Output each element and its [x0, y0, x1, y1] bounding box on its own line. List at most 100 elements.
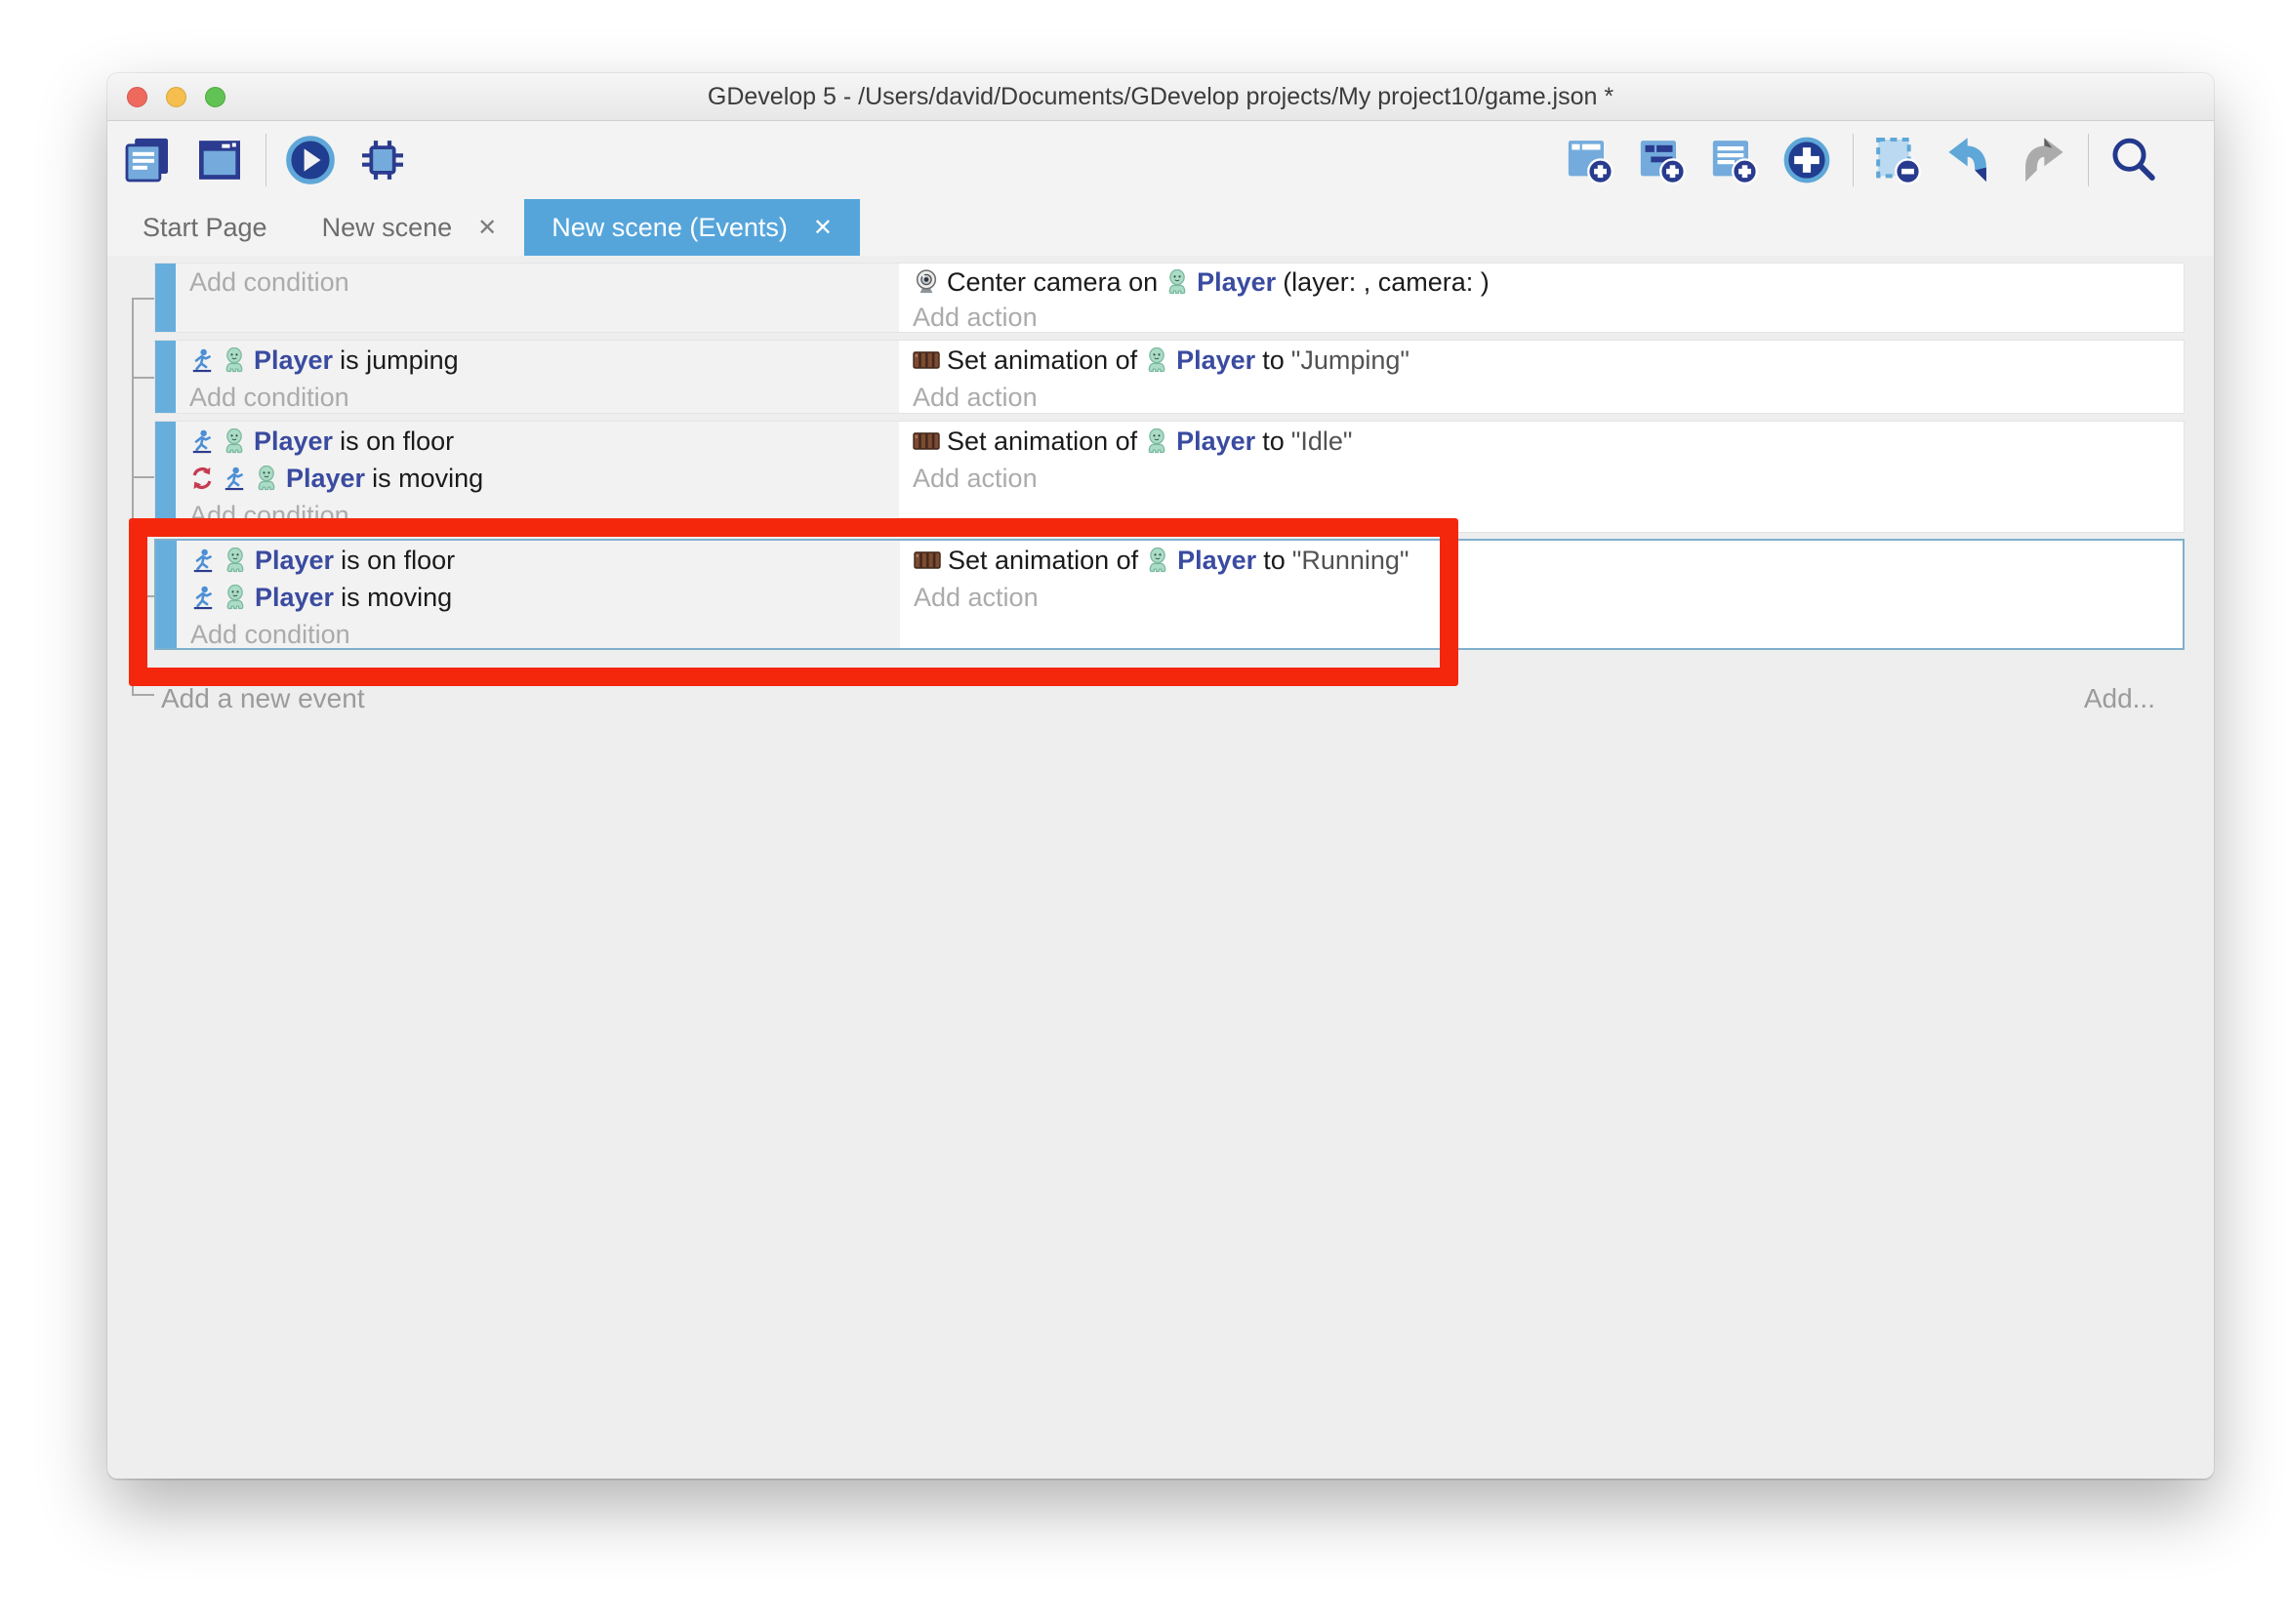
conditions-cell[interactable]: Player is jumping Add condition — [176, 341, 899, 413]
remove-event-button[interactable] — [1869, 132, 1926, 188]
animation-icon — [914, 549, 941, 571]
condition-line[interactable]: Player is moving — [190, 579, 886, 616]
tree-connector — [132, 476, 154, 478]
event-row[interactable]: Add condition Center camera on Player (l… — [154, 263, 2185, 333]
action-value: "Idle" — [1291, 426, 1353, 457]
camera-icon — [913, 268, 940, 296]
add-comment-button[interactable] — [1706, 132, 1763, 188]
undo-button[interactable] — [1941, 132, 1998, 188]
tab-new-scene-events[interactable]: New scene (Events) ✕ — [524, 199, 860, 256]
player-object-icon — [1164, 269, 1190, 295]
events-sheet: Add condition Center camera on Player (l… — [107, 256, 2214, 1479]
actions-cell[interactable]: Center camera on Player (layer: , camera… — [899, 264, 2184, 332]
player-object-icon — [254, 466, 279, 491]
condition-line[interactable]: Player is on floor — [189, 423, 885, 460]
action-value: "Running" — [1292, 546, 1410, 576]
toolbar — [107, 121, 2214, 199]
object-name: Player — [255, 583, 334, 613]
tree-connector — [132, 377, 154, 379]
event-indent-bar — [155, 422, 176, 532]
window-title: GDevelop 5 - /Users/david/Documents/GDev… — [107, 73, 2214, 120]
actions-cell[interactable]: Set animation of Player to "Jumping" Add… — [899, 341, 2184, 413]
project-manager-button[interactable] — [119, 132, 176, 188]
conditions-cell[interactable]: Player is on floor Player is moving Add … — [176, 422, 899, 532]
player-object-icon — [222, 428, 247, 454]
condition-text: is on floor — [341, 546, 455, 576]
play-button[interactable] — [282, 132, 339, 188]
object-name: Player — [1176, 345, 1255, 376]
play-icon — [283, 133, 338, 187]
event-row[interactable]: Player is jumping Add condition Set anim… — [154, 340, 2185, 414]
project-manager-icon — [120, 133, 175, 187]
add-subevent-button[interactable] — [1634, 132, 1691, 188]
search-button[interactable] — [2104, 132, 2161, 188]
action-text: to — [1263, 546, 1286, 576]
action-line[interactable]: Set animation of Player to "Jumping" — [913, 342, 2170, 379]
condition-line[interactable]: Player is on floor — [190, 542, 886, 579]
remove-event-icon — [1870, 133, 1925, 187]
action-line[interactable]: Set animation of Player to "Idle" — [913, 423, 2170, 460]
close-tab-icon[interactable]: ✕ — [813, 214, 833, 242]
object-name: Player — [254, 345, 333, 376]
scene-editor-button[interactable] — [191, 132, 248, 188]
object-name: Player — [1197, 267, 1276, 298]
action-text: to — [1262, 426, 1285, 457]
tab-bar: Start Page New scene ✕ New scene (Events… — [107, 199, 2214, 256]
conditions-cell[interactable]: Add condition — [176, 264, 899, 332]
player-object-icon — [223, 548, 248, 573]
add-action-button[interactable]: Add action — [914, 579, 2169, 616]
add-icon — [1779, 133, 1834, 187]
add-condition-button[interactable]: Add condition — [189, 264, 885, 300]
add-action-button[interactable]: Add action — [913, 379, 2170, 413]
platformer-jump-icon — [190, 585, 216, 610]
platformer-jump-icon — [189, 428, 215, 454]
conditions-cell[interactable]: Player is on floor Player is moving Add … — [177, 541, 900, 648]
tab-new-scene[interactable]: New scene ✕ — [295, 199, 525, 256]
player-object-icon — [223, 585, 248, 610]
search-icon — [2105, 133, 2160, 187]
add-more-button[interactable]: Add... — [2084, 679, 2155, 718]
add-event-button[interactable] — [1562, 132, 1618, 188]
action-text: (layer: , camera: ) — [1283, 267, 1490, 298]
add-condition-button[interactable]: Add condition — [190, 616, 886, 648]
object-name: Player — [286, 464, 365, 494]
condition-line[interactable]: Player is moving — [189, 460, 885, 497]
condition-text: is moving — [372, 464, 483, 494]
object-name: Player — [255, 546, 334, 576]
add-action-button[interactable]: Add action — [913, 460, 2170, 497]
tab-label: New scene (Events) — [552, 213, 788, 243]
action-line[interactable]: Set animation of Player to "Running" — [914, 542, 2169, 579]
close-tab-icon[interactable]: ✕ — [477, 214, 497, 242]
add-action-button[interactable]: Add action — [913, 300, 2170, 332]
event-row-selected[interactable]: Player is on floor Player is moving Add … — [154, 539, 2185, 650]
redo-button[interactable] — [2014, 132, 2070, 188]
tree-rail — [132, 298, 134, 696]
actions-cell[interactable]: Set animation of Player to "Running" Add… — [900, 541, 2183, 648]
action-line[interactable]: Center camera on Player (layer: , camera… — [913, 264, 2170, 300]
event-indent-bar — [155, 341, 176, 413]
player-object-icon — [1144, 347, 1169, 373]
condition-line[interactable]: Player is jumping — [189, 342, 885, 379]
invert-condition-icon — [189, 466, 215, 491]
add-subevent-icon — [1635, 133, 1690, 187]
actions-cell[interactable]: Set animation of Player to "Idle" Add ac… — [899, 422, 2184, 532]
object-name: Player — [254, 426, 333, 457]
add-button[interactable] — [1778, 132, 1835, 188]
action-text: Center camera on — [947, 267, 1158, 298]
add-comment-icon — [1707, 133, 1762, 187]
debug-button[interactable] — [354, 132, 411, 188]
titlebar: GDevelop 5 - /Users/david/Documents/GDev… — [107, 73, 2214, 121]
player-object-icon — [1145, 548, 1170, 573]
add-event-icon — [1563, 133, 1617, 187]
action-text: Set animation of — [948, 546, 1138, 576]
event-row[interactable]: Player is on floor Player is moving Add … — [154, 421, 2185, 533]
redo-icon — [2015, 133, 2069, 187]
action-text: Set animation of — [947, 345, 1137, 376]
platformer-jump-icon — [222, 466, 247, 491]
tab-start-page[interactable]: Start Page — [115, 199, 295, 256]
condition-text: is on floor — [340, 426, 454, 457]
add-condition-button[interactable]: Add condition — [189, 497, 885, 532]
toolbar-separator — [1853, 134, 1854, 186]
add-new-event-button[interactable]: Add a new event — [161, 679, 365, 718]
add-condition-button[interactable]: Add condition — [189, 379, 885, 413]
